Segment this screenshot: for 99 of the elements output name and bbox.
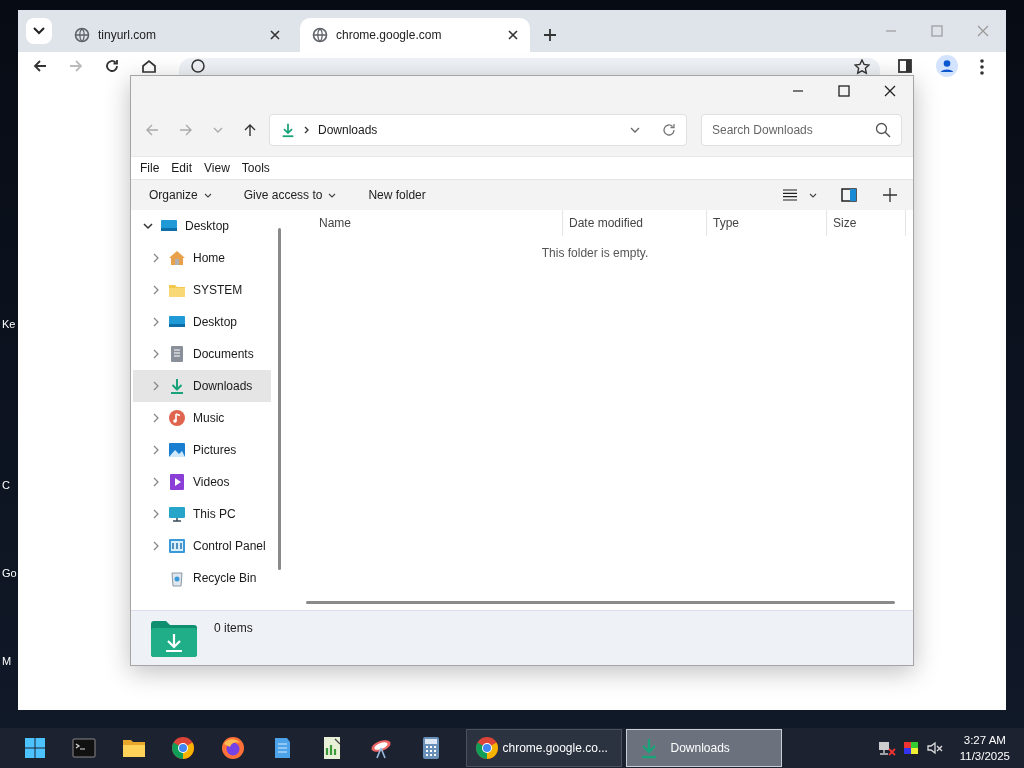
maximize-icon[interactable] bbox=[838, 85, 850, 97]
chevron-right-icon[interactable] bbox=[151, 445, 161, 455]
chevron-down-icon[interactable] bbox=[809, 192, 817, 198]
home-icon[interactable] bbox=[141, 59, 157, 73]
chevron-right-icon bbox=[304, 126, 310, 134]
clock-time[interactable]: 3:27 AM bbox=[963, 732, 1006, 748]
search-box[interactable]: Search Downloads bbox=[701, 114, 902, 146]
list-view-icon[interactable] bbox=[783, 189, 797, 201]
chevron-down-icon[interactable] bbox=[143, 221, 153, 231]
chrome-icon[interactable] bbox=[171, 736, 196, 760]
chevron-right-icon[interactable] bbox=[151, 253, 161, 263]
desktop-icon-label[interactable]: C bbox=[2, 479, 17, 491]
start-icon[interactable] bbox=[22, 736, 47, 760]
toolbar-button[interactable]: Organize bbox=[139, 184, 222, 206]
more-menu-icon[interactable] bbox=[980, 59, 984, 75]
chevron-down-icon bbox=[33, 27, 45, 35]
tree-item[interactable]: Desktop bbox=[133, 306, 271, 338]
column-header[interactable]: Name bbox=[287, 210, 563, 236]
close-icon[interactable] bbox=[508, 30, 518, 40]
side-panel-icon[interactable] bbox=[898, 59, 912, 73]
control-panel-icon bbox=[168, 537, 186, 555]
address-box[interactable]: Downloads bbox=[269, 114, 687, 146]
reload-icon[interactable] bbox=[105, 59, 119, 73]
close-icon[interactable] bbox=[884, 85, 896, 97]
scrollbar[interactable] bbox=[277, 228, 281, 570]
chevron-right-icon[interactable] bbox=[151, 509, 161, 519]
chevron-right-icon[interactable] bbox=[151, 317, 161, 327]
search-icon[interactable] bbox=[875, 122, 891, 138]
chrome-icon bbox=[474, 736, 499, 760]
item-count: 0 items bbox=[214, 621, 253, 635]
tree-item[interactable]: Home bbox=[133, 242, 271, 274]
toolbar-button[interactable]: New folder bbox=[358, 184, 436, 206]
tab-title: chrome.google.com bbox=[336, 28, 443, 42]
speaker-muted-icon[interactable] bbox=[925, 740, 944, 756]
toolbar-button[interactable]: Give access to bbox=[233, 184, 347, 206]
tree-item[interactable]: Downloads bbox=[133, 370, 271, 402]
download-icon bbox=[168, 377, 186, 395]
chevron-right-icon[interactable] bbox=[151, 285, 161, 295]
column-header[interactable]: Type bbox=[707, 210, 827, 236]
music-icon bbox=[168, 409, 186, 427]
desktop-icon-label[interactable]: Ke bbox=[2, 318, 17, 330]
firefox-icon[interactable] bbox=[220, 736, 245, 760]
picture-icon bbox=[168, 441, 186, 459]
profile-icon[interactable] bbox=[936, 55, 958, 77]
desktop-icon-label[interactable]: M bbox=[2, 655, 17, 667]
browser-tab[interactable]: tinyurl.com bbox=[62, 18, 292, 52]
tree-item[interactable]: Control Panel bbox=[133, 530, 271, 562]
info-icon bbox=[191, 59, 205, 73]
monitor-icon bbox=[168, 505, 186, 523]
tree-item[interactable]: Music bbox=[133, 402, 271, 434]
preview-pane-icon[interactable] bbox=[841, 188, 857, 202]
chevron-right-icon[interactable] bbox=[151, 541, 161, 551]
globe-icon bbox=[74, 27, 90, 43]
refresh-icon[interactable] bbox=[662, 123, 676, 137]
chevron-right-icon[interactable] bbox=[151, 477, 161, 487]
color-display-icon[interactable] bbox=[901, 740, 920, 756]
close-icon[interactable] bbox=[270, 30, 280, 40]
tab-search-button[interactable] bbox=[26, 18, 52, 44]
chevron-down-icon[interactable] bbox=[630, 127, 640, 133]
document-icon bbox=[168, 345, 186, 363]
plus-icon[interactable] bbox=[883, 188, 897, 202]
recycle-bin-icon bbox=[168, 569, 186, 587]
column-header[interactable]: Date modified bbox=[563, 210, 707, 236]
back-arrow-icon[interactable] bbox=[33, 59, 47, 73]
network-icon[interactable] bbox=[877, 740, 896, 756]
tree-item[interactable]: SYSTEM bbox=[133, 274, 271, 306]
new-tab-icon[interactable] bbox=[544, 29, 556, 41]
tree-item[interactable]: Documents bbox=[133, 338, 271, 370]
house-icon bbox=[168, 249, 186, 267]
star-icon[interactable] bbox=[854, 59, 870, 75]
tree-item[interactable]: Recycle Bin bbox=[133, 562, 271, 594]
scrollbar[interactable] bbox=[306, 601, 895, 604]
search-field[interactable]: Search Downloads bbox=[712, 115, 875, 145]
menu-item[interactable]: View bbox=[204, 161, 230, 175]
terminal-icon[interactable] bbox=[72, 736, 97, 760]
empty-folder-message: This folder is empty. bbox=[540, 246, 650, 260]
download-folder-icon bbox=[151, 621, 197, 657]
up-arrow-icon[interactable] bbox=[243, 123, 257, 137]
taskbar-window-button[interactable]: Downloads bbox=[625, 729, 782, 767]
clock-date[interactable]: 11/3/2025 bbox=[959, 748, 1010, 764]
menu-item[interactable]: Edit bbox=[171, 161, 193, 175]
tab-title: tinyurl.com bbox=[98, 28, 157, 42]
chevron-right-icon[interactable] bbox=[151, 381, 161, 391]
globe-icon bbox=[312, 27, 328, 43]
chevron-right-icon[interactable] bbox=[151, 413, 161, 423]
tree-item[interactable]: Desktop bbox=[133, 210, 271, 242]
chevron-right-icon[interactable] bbox=[151, 349, 161, 359]
taskbar-window-button[interactable]: chrome.google.co... bbox=[465, 729, 622, 767]
tree-item[interactable]: Pictures bbox=[133, 434, 271, 466]
breadcrumb-item[interactable]: Downloads bbox=[318, 123, 622, 137]
video-icon bbox=[168, 473, 186, 491]
tree-item[interactable]: This PC bbox=[133, 498, 271, 530]
menu-item[interactable]: Tools bbox=[241, 161, 270, 175]
menu-item[interactable]: File bbox=[140, 161, 160, 175]
tree-item[interactable]: Videos bbox=[133, 466, 271, 498]
browser-tab[interactable]: chrome.google.com bbox=[300, 18, 530, 52]
column-header[interactable]: Size bbox=[827, 210, 906, 236]
desktop-icon-label[interactable]: Go bbox=[2, 567, 17, 579]
download-icon bbox=[280, 122, 296, 138]
